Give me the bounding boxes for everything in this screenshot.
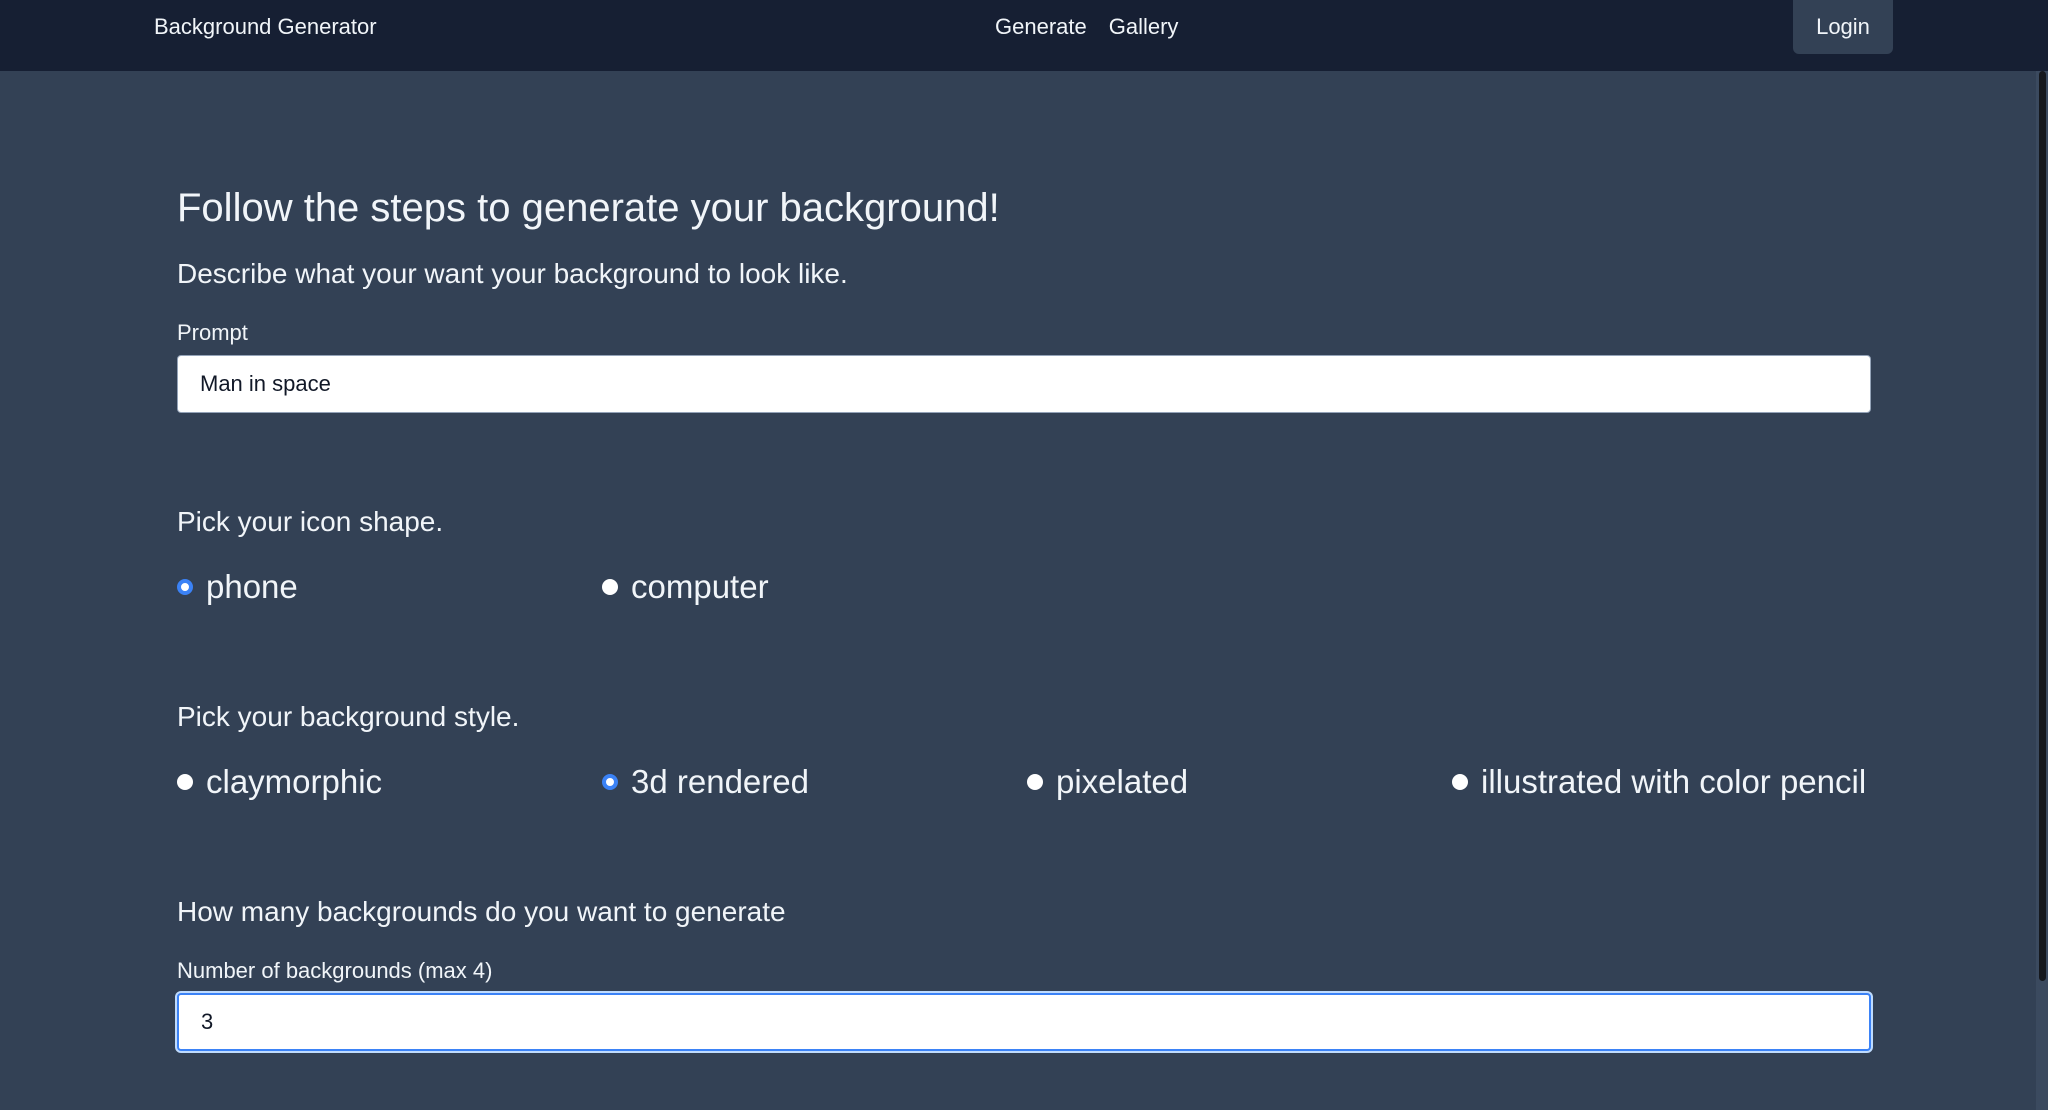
style-option-pixelated[interactable]: pixelated — [1027, 762, 1188, 802]
style-option-label: pixelated — [1056, 763, 1189, 800]
scrollbar-thumb[interactable] — [2039, 71, 2046, 981]
shape-option-label: phone — [206, 568, 298, 605]
nav-link-generate[interactable]: Generate — [995, 14, 1087, 40]
radio-unchecked-icon[interactable] — [1027, 774, 1043, 790]
style-option-3d-rendered[interactable]: 3d rendered — [602, 762, 809, 802]
login-button[interactable]: Login — [1793, 0, 1893, 54]
radio-unchecked-icon[interactable] — [1452, 774, 1468, 790]
radio-checked-icon[interactable] — [177, 579, 193, 595]
style-option-label: illustrated with color pencil — [1481, 763, 1867, 800]
shape-option-label: computer — [631, 568, 769, 605]
count-label: Number of backgrounds (max 4) — [177, 958, 493, 983]
brand-link[interactable]: Background Generator — [154, 14, 377, 40]
prompt-label: Prompt — [177, 320, 248, 345]
shape-option-phone[interactable]: phone — [177, 567, 298, 607]
nav-links: Generate Gallery — [995, 14, 1178, 40]
style-step-heading: Pick your background style. — [177, 701, 520, 732]
style-option-claymorphic[interactable]: claymorphic — [177, 762, 382, 802]
radio-unchecked-icon[interactable] — [602, 579, 618, 595]
prompt-input[interactable] — [177, 355, 1871, 413]
shape-option-computer[interactable]: computer — [602, 567, 769, 607]
app-window: Background Generator Generate Gallery Lo… — [0, 0, 2048, 1110]
radio-unchecked-icon[interactable] — [177, 774, 193, 790]
style-option-label: claymorphic — [206, 763, 383, 800]
style-option-color-pencil[interactable]: illustrated with color pencil — [1452, 762, 1866, 802]
radio-checked-icon[interactable] — [602, 774, 618, 790]
nav-link-gallery[interactable]: Gallery — [1109, 14, 1179, 40]
count-input[interactable] — [177, 993, 1871, 1051]
style-radio-group: claymorphic 3d rendered pixelated illust… — [177, 762, 1871, 802]
shape-radio-group: phone computer — [177, 567, 1871, 607]
navbar: Background Generator Generate Gallery Lo… — [0, 0, 2048, 71]
style-option-label: 3d rendered — [631, 763, 809, 800]
page-title: Follow the steps to generate your backgr… — [177, 186, 1000, 230]
shape-step-heading: Pick your icon shape. — [177, 506, 444, 537]
count-step-heading: How many backgrounds do you want to gene… — [177, 896, 786, 927]
prompt-step-heading: Describe what your want your background … — [177, 258, 848, 289]
